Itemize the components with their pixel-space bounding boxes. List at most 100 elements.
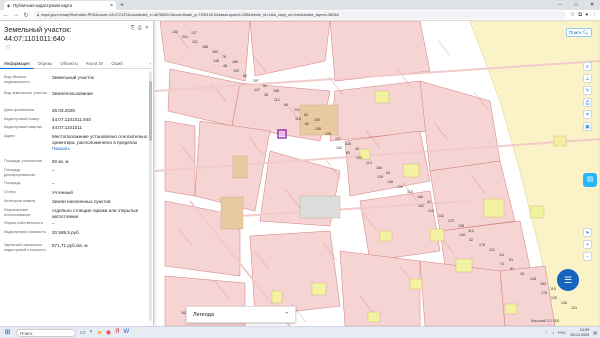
back-icon[interactable]: ← bbox=[3, 12, 9, 18]
close-window-button[interactable]: ✕ bbox=[584, 0, 600, 10]
info-row-label: Удельный показатель кадастровой стоимост… bbox=[4, 243, 46, 252]
minimize-button[interactable]: – bbox=[552, 0, 568, 10]
chrome-icon[interactable]: ◉ bbox=[106, 329, 111, 336]
reload-icon[interactable]: ↻ bbox=[23, 12, 29, 19]
land-parcel[interactable] bbox=[344, 130, 431, 197]
volume-icon[interactable]: ♪ bbox=[552, 330, 554, 335]
building[interactable] bbox=[529, 205, 545, 219]
explorer-icon[interactable]: ▰ bbox=[97, 329, 102, 336]
land-parcel[interactable] bbox=[249, 230, 341, 317]
building[interactable] bbox=[311, 282, 327, 296]
lock-icon: 🔒︎ bbox=[37, 13, 40, 17]
panel-scrollbar[interactable] bbox=[149, 71, 152, 321]
draw-icon[interactable]: ✎ bbox=[583, 86, 592, 95]
edge-icon[interactable]: ◐ bbox=[90, 329, 94, 336]
land-parcel[interactable] bbox=[249, 21, 331, 77]
zoom-in-icon[interactable]: + bbox=[583, 240, 592, 249]
taskbar-search[interactable]: Поиск bbox=[16, 328, 76, 337]
profile-icon[interactable]: ● bbox=[585, 12, 588, 19]
share-icon[interactable]: ⎘ bbox=[131, 25, 135, 31]
tab-information[interactable]: Информация bbox=[0, 59, 34, 69]
chevron-up-icon[interactable]: ⌃ bbox=[284, 307, 289, 322]
yandex-icon[interactable]: Я bbox=[115, 329, 119, 336]
building[interactable] bbox=[271, 290, 283, 304]
info-row-value: Учтенный bbox=[52, 190, 73, 195]
language-indicator[interactable]: РУС bbox=[558, 330, 566, 335]
measure-icon[interactable]: ⌗ bbox=[583, 110, 592, 119]
chat-assistant-icon[interactable]: ☰ bbox=[557, 269, 579, 291]
building[interactable] bbox=[232, 155, 248, 179]
parcel-number-label: 51 bbox=[263, 84, 267, 88]
land-parcel[interactable] bbox=[164, 120, 196, 197]
tab-objects[interactable]: Объекты bbox=[56, 59, 81, 69]
url-field[interactable]: 🔒︎ nspd.gov.ru/map?thematic=PKK&zoom=18.0… bbox=[33, 11, 567, 19]
land-parcel[interactable] bbox=[167, 68, 241, 127]
print-map-icon[interactable]: ⎙ bbox=[583, 98, 592, 107]
building[interactable] bbox=[374, 90, 390, 104]
building[interactable] bbox=[220, 196, 244, 230]
location-icon[interactable]: ➤ bbox=[583, 228, 592, 237]
ruler-icon[interactable]: ⟂ bbox=[583, 74, 592, 83]
zoom-out-icon[interactable]: − bbox=[583, 252, 592, 261]
tab-errors[interactable]: Ошиб bbox=[107, 59, 126, 69]
bookmark-star-icon[interactable]: ☆ bbox=[570, 12, 575, 19]
forward-icon[interactable]: → bbox=[13, 12, 19, 18]
building[interactable] bbox=[553, 135, 567, 147]
layers-icon[interactable]: ≡ bbox=[583, 62, 592, 71]
land-parcel[interactable] bbox=[429, 160, 516, 232]
info-row-label: Разрешенное использование bbox=[4, 208, 31, 217]
building[interactable] bbox=[379, 230, 393, 242]
tabs-more-icon[interactable]: › bbox=[149, 61, 153, 67]
land-parcel[interactable] bbox=[419, 80, 501, 172]
bookmark-icon[interactable]: ▣ bbox=[583, 122, 592, 131]
print-icon[interactable]: ⎙ bbox=[138, 25, 142, 31]
building[interactable] bbox=[455, 258, 473, 273]
info-row-label: Форма собственности bbox=[4, 221, 43, 225]
network-icon[interactable]: ⌔ bbox=[544, 330, 548, 336]
task-view-icon[interactable]: ▭ bbox=[80, 329, 86, 336]
legend-label: Легенда bbox=[193, 312, 214, 318]
browser-tab[interactable]: ◈ Публичная кадастровая карта × bbox=[4, 1, 116, 10]
show-address-link[interactable]: Показать bbox=[52, 146, 150, 152]
land-parcel[interactable] bbox=[499, 265, 556, 326]
land-parcel[interactable] bbox=[329, 21, 431, 82]
clock[interactable]: 14:05 25.04.2025 bbox=[570, 328, 589, 337]
parcel-number-label: 140 bbox=[459, 233, 465, 237]
building[interactable] bbox=[402, 163, 420, 178]
windows-start-icon[interactable]: ⊞ bbox=[3, 328, 12, 337]
map-scale: Масштаб 1:2 000 bbox=[531, 319, 560, 323]
building[interactable] bbox=[409, 278, 423, 290]
building[interactable] bbox=[504, 303, 518, 315]
info-row-label: Кадастровая стоимость bbox=[4, 230, 46, 234]
parcel-number-label: 41 bbox=[427, 200, 431, 204]
building[interactable] bbox=[367, 311, 381, 323]
notifications-icon[interactable]: ▤ bbox=[593, 330, 597, 335]
maximize-button[interactable]: □ bbox=[568, 0, 584, 10]
building[interactable] bbox=[483, 198, 505, 218]
active-layer-tool-icon[interactable]: ▤ bbox=[583, 173, 597, 187]
tab-parts[interactable]: Части ЗУ bbox=[82, 59, 108, 69]
browser-tab-title: Публичная кадастровая карта bbox=[13, 3, 72, 8]
tab-cuts[interactable]: Отрезы bbox=[34, 59, 57, 69]
close-tab-icon[interactable]: × bbox=[110, 3, 113, 9]
system-tray: ⌔ ♪ РУС 14:05 25.04.2025 ▤ bbox=[544, 328, 597, 337]
info-row: Площадь – bbox=[4, 181, 150, 187]
close-panel-icon[interactable]: ✕ bbox=[145, 25, 149, 31]
menu-dots-icon[interactable]: ⋮ bbox=[592, 12, 598, 19]
parcel-number-label: 188 bbox=[202, 45, 208, 49]
info-row: Кадастровый квартал 44:07:1101011 bbox=[4, 125, 150, 131]
word-icon[interactable]: W bbox=[124, 329, 130, 336]
parcel-number-label: 139 bbox=[377, 175, 383, 179]
legend-bar[interactable]: Легенда ⌃ bbox=[186, 306, 296, 323]
search-button[interactable]: Поиск 🔍︎ bbox=[566, 28, 592, 37]
parcel-number-label: 68 bbox=[284, 103, 288, 107]
building[interactable] bbox=[429, 228, 445, 242]
search-button-label: Поиск bbox=[569, 30, 582, 35]
building[interactable] bbox=[299, 195, 341, 219]
new-tab-button[interactable]: + bbox=[120, 1, 124, 10]
parcel-number-label: 106 bbox=[273, 89, 279, 93]
extensions-icon[interactable]: ⧉ bbox=[578, 12, 582, 19]
scrollbar-thumb[interactable] bbox=[149, 81, 152, 141]
favorite-star-icon[interactable]: ☆ bbox=[5, 43, 11, 51]
parcel-number-label: 32 bbox=[469, 238, 473, 242]
